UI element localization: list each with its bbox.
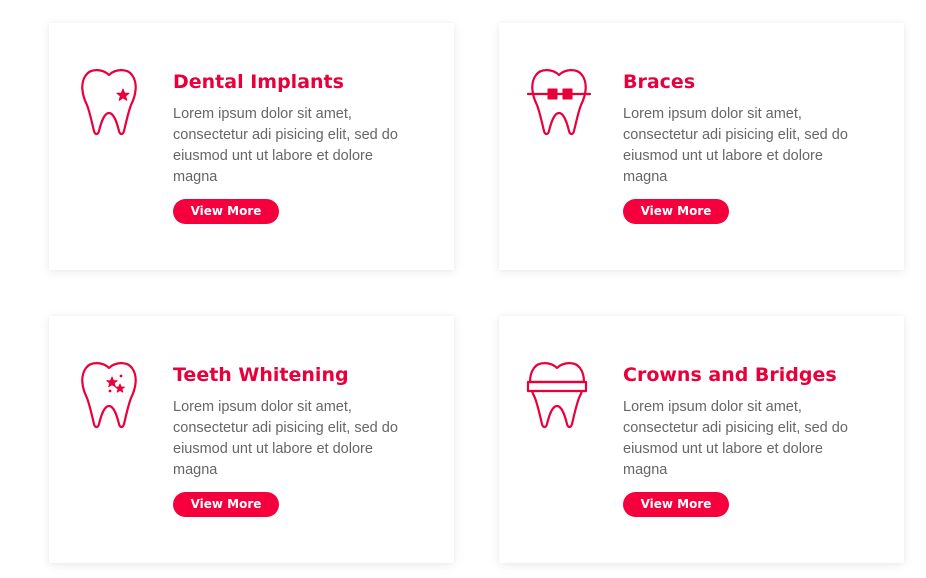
view-more-button[interactable]: View More bbox=[173, 492, 279, 517]
service-description: Lorem ipsum dolor sit amet, consectetur … bbox=[623, 106, 848, 185]
tooth-star-icon bbox=[77, 67, 141, 139]
service-title: Braces bbox=[623, 71, 696, 93]
view-more-button[interactable]: View More bbox=[173, 199, 279, 224]
service-description: Lorem ipsum dolor sit amet, consectetur … bbox=[173, 106, 398, 185]
tooth-crown-icon bbox=[525, 360, 589, 432]
service-title: Teeth Whitening bbox=[173, 364, 349, 386]
tooth-sparkle-icon bbox=[77, 360, 141, 432]
service-title: Crowns and Bridges bbox=[623, 364, 837, 386]
service-card-dental-implants: Dental Implants Lorem ipsum dolor sit am… bbox=[49, 23, 454, 270]
service-card-teeth-whitening: Teeth Whitening Lorem ipsum dolor sit am… bbox=[49, 316, 454, 563]
view-more-button[interactable]: View More bbox=[623, 492, 729, 517]
view-more-button[interactable]: View More bbox=[623, 199, 729, 224]
tooth-braces-icon bbox=[527, 67, 591, 139]
service-description: Lorem ipsum dolor sit amet, consectetur … bbox=[623, 399, 848, 478]
service-description: Lorem ipsum dolor sit amet, consectetur … bbox=[173, 399, 398, 478]
service-card-crowns-and-bridges: Crowns and Bridges Lorem ipsum dolor sit… bbox=[499, 316, 904, 563]
service-card-braces: Braces Lorem ipsum dolor sit amet, conse… bbox=[499, 23, 904, 270]
service-title: Dental Implants bbox=[173, 71, 344, 93]
